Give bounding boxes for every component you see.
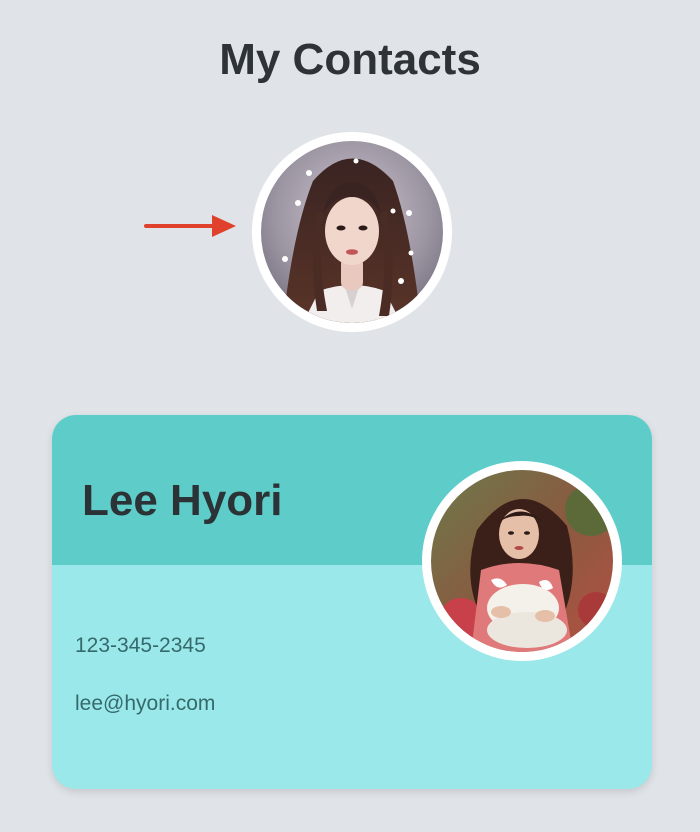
contact-phone[interactable]: 123-345-2345 [75, 633, 206, 659]
contact-email[interactable]: lee@hyori.com [75, 691, 215, 717]
contact-avatar[interactable] [422, 461, 622, 661]
page-title: My Contacts [219, 35, 481, 84]
contact-name: Lee Hyori [82, 476, 283, 525]
arrow-right-icon [144, 215, 236, 237]
profile-avatar[interactable] [252, 132, 452, 332]
profile-photo-icon [261, 141, 443, 323]
contact-card[interactable]: Lee Hyori 123-345-2345 lee@hyori.com [52, 415, 652, 789]
contact-photo-icon [431, 470, 613, 652]
